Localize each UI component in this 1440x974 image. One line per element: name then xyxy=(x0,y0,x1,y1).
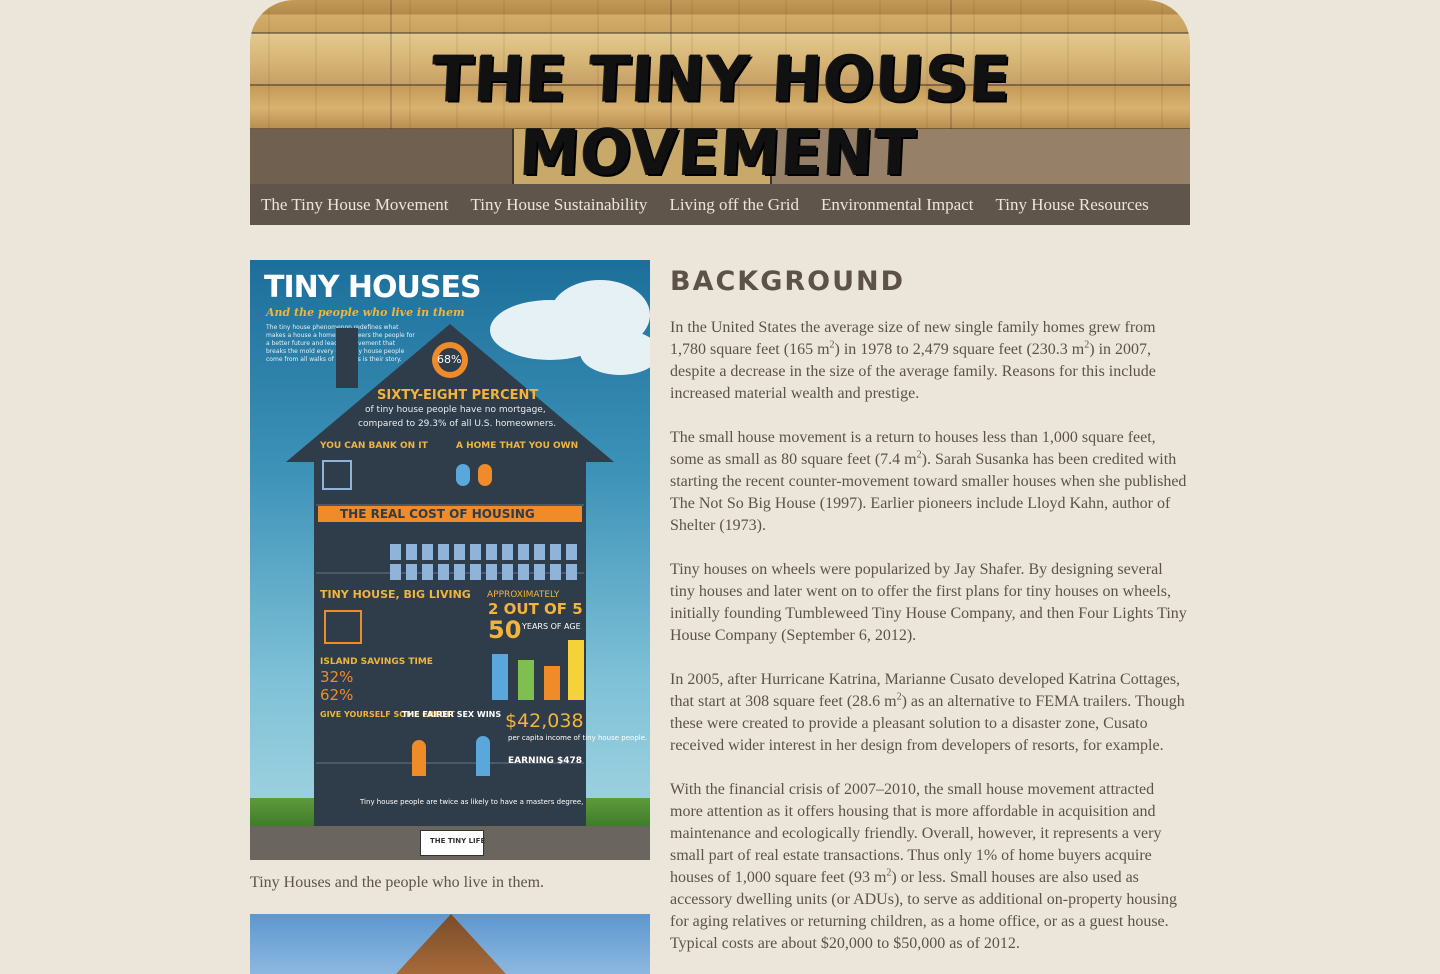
main-nav: The Tiny House Movement Tiny House Susta… xyxy=(250,184,1190,225)
years-of-age: YEARS OF AGE xyxy=(522,622,581,631)
left-column: TINY HOUSES And the people who live in t… xyxy=(250,260,650,974)
man-icon xyxy=(476,736,490,776)
money-bag-row xyxy=(390,564,580,580)
own-heading: A HOME THAT YOU OWN xyxy=(456,441,579,451)
nav-item-tiny-house-movement[interactable]: The Tiny House Movement xyxy=(250,184,459,225)
mortgage-line-1: of tiny house people have no mortgage, xyxy=(365,405,546,415)
income-value: $42,038 xyxy=(505,710,584,732)
page-container: THE TINY HOUSE MOVEMENT The Tiny House M… xyxy=(250,0,1190,974)
pct-32: 32% xyxy=(320,668,354,686)
mortgage-line-2: compared to 29.3% of all U.S. homeowners… xyxy=(358,419,557,429)
article-paragraph-5: With the financial crisis of 2007–2010, … xyxy=(670,781,1178,952)
money-bag-row xyxy=(390,544,580,560)
section-heading-background: Background xyxy=(670,266,906,297)
bar-18 xyxy=(544,666,560,700)
house-icon xyxy=(324,610,362,644)
logo-text: THE TINY LIFE xyxy=(430,837,486,845)
pct-ring-label: 68% xyxy=(437,353,462,366)
safe-icon xyxy=(322,460,352,490)
big-living-heading: TINY HOUSE, BIG LIVING xyxy=(320,588,471,601)
earning-label: EARNING $478 xyxy=(508,756,583,766)
site-header: THE TINY HOUSE MOVEMENT The Tiny House M… xyxy=(250,0,1190,225)
article-paragraph-1: In the United States the average size of… xyxy=(670,319,1156,402)
infographic-title: TINY HOUSES xyxy=(264,270,482,305)
woman-icon xyxy=(412,740,426,776)
site-title[interactable]: THE TINY HOUSE MOVEMENT xyxy=(250,43,1190,184)
second-house-image[interactable] xyxy=(250,914,650,974)
article-paragraph-2: The small house movement is a return to … xyxy=(670,429,1187,534)
article-paragraph-4: In 2005, after Hurricane Katrina, Marian… xyxy=(670,671,1185,754)
fairer-sex-heading: THE FAIRER SEX WINS xyxy=(402,710,502,719)
key-icon xyxy=(456,464,470,486)
infographic-caption: Tiny Houses and the people who live in t… xyxy=(250,874,545,891)
house-roof-shape xyxy=(396,914,506,974)
header-banner-wood: THE TINY HOUSE MOVEMENT xyxy=(250,0,1190,184)
masters-line: Tiny house people are twice as likely to… xyxy=(360,798,584,806)
sixty-eight-heading: SIXTY-EIGHT PERCENT xyxy=(377,388,539,403)
nav-item-living-off-the-grid[interactable]: Living off the Grid xyxy=(658,184,810,225)
cost-heading: THE REAL COST OF HOUSING xyxy=(340,507,535,521)
key-icon xyxy=(478,464,492,486)
tiny-houses-infographic[interactable]: TINY HOUSES And the people who live in t… xyxy=(250,260,650,860)
island-heading: ISLAND SAVINGS TIME xyxy=(320,657,433,667)
approximately-label: APPROXIMATELY xyxy=(487,590,560,600)
article-paragraph-3: Tiny houses on wheels were popularized b… xyxy=(670,561,1187,644)
nav-item-tiny-house-resources[interactable]: Tiny House Resources xyxy=(984,184,1159,225)
main-content: TINY HOUSES And the people who live in t… xyxy=(250,260,1190,974)
nav-item-environmental-impact[interactable]: Environmental Impact xyxy=(810,184,984,225)
fifty-years: 50 xyxy=(488,616,522,644)
pct-62: 62% xyxy=(320,686,354,704)
infographic-subtitle: And the people who live in them xyxy=(266,306,465,319)
article-column: Background In the United States the aver… xyxy=(670,260,1190,974)
bar-21 xyxy=(492,654,508,700)
bar-38 xyxy=(568,640,584,700)
income-label: per capita income of tiny house people. xyxy=(508,734,648,742)
bar-21 xyxy=(518,660,534,700)
bank-heading: YOU CAN BANK ON IT xyxy=(320,441,428,451)
nav-item-tiny-house-sustainability[interactable]: Tiny House Sustainability xyxy=(459,184,658,225)
